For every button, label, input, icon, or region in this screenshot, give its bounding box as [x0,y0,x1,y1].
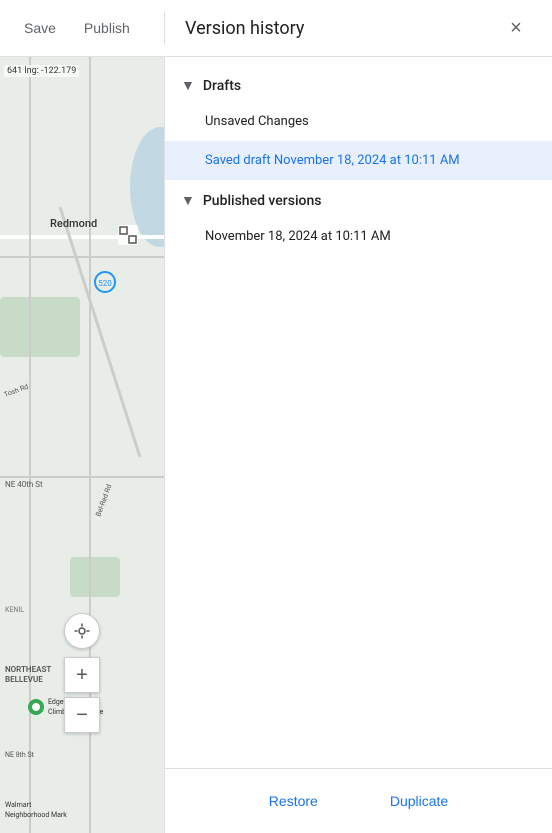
svg-text:BELLEVUE: BELLEVUE [5,675,43,684]
save-button[interactable]: Save [12,12,68,44]
svg-text:NORTHEAST: NORTHEAST [5,665,51,674]
svg-text:Neighborhood Mark: Neighborhood Mark [5,811,67,819]
toolbar-left: Save Publish [0,12,164,44]
coord-lat: 641 [7,66,22,76]
draft-unsaved-item[interactable]: Unsaved Changes [165,102,552,141]
locate-icon [73,622,91,640]
locate-button[interactable] [64,613,100,649]
drafts-chevron-icon: ▼ [181,77,195,94]
draft-saved-item[interactable]: Saved draft November 18, 2024 at 10:11 A… [165,141,552,180]
published-section-header[interactable]: ▼ Published versions [165,180,552,217]
version-history-title: Version history [185,18,304,39]
svg-text:Redmond: Redmond [50,217,97,230]
publish-button[interactable]: Publish [72,12,142,44]
version-footer: Restore Duplicate [165,768,552,833]
main-content: 520 Redmond NORTHEAST BELLEVUE NE 40th S… [0,57,552,833]
version-list: ▼ Drafts Unsaved Changes Saved draft Nov… [165,57,552,768]
published-chevron-icon: ▼ [181,192,195,209]
published-label: November 18, 2024 at 10:11 AM [205,229,391,244]
close-button[interactable]: × [500,12,532,44]
svg-text:NE 40th St: NE 40th St [5,480,43,489]
zoom-controls: + − [64,613,100,733]
version-panel: ▼ Drafts Unsaved Changes Saved draft Nov… [164,57,552,833]
restore-button[interactable]: Restore [253,785,334,817]
map-coords: 641 lng: -122.179 [4,65,79,77]
svg-text:Walmart: Walmart [5,801,32,809]
duplicate-button[interactable]: Duplicate [374,785,464,817]
map-background: 520 Redmond NORTHEAST BELLEVUE NE 40th S… [0,57,164,833]
zoom-in-button[interactable]: + [64,657,100,693]
close-icon: × [510,17,522,40]
draft-saved-label: Saved draft November 18, 2024 at 10:11 A… [205,153,460,168]
published-item[interactable]: November 18, 2024 at 10:11 AM [165,217,552,256]
zoom-out-button[interactable]: − [64,697,100,733]
coord-lng: lng: -122.179 [24,66,76,76]
svg-text:NE 8th St: NE 8th St [5,751,35,759]
version-history-header: Version history × [164,12,552,44]
draft-unsaved-label: Unsaved Changes [205,114,309,129]
published-section-title: Published versions [203,193,322,209]
drafts-section-header[interactable]: ▼ Drafts [165,65,552,102]
drafts-section-title: Drafts [203,78,241,94]
map-area: 520 Redmond NORTHEAST BELLEVUE NE 40th S… [0,57,164,833]
svg-text:KENIL: KENIL [5,606,24,614]
svg-text:520: 520 [98,279,112,288]
toolbar: Save Publish Version history × [0,0,552,57]
